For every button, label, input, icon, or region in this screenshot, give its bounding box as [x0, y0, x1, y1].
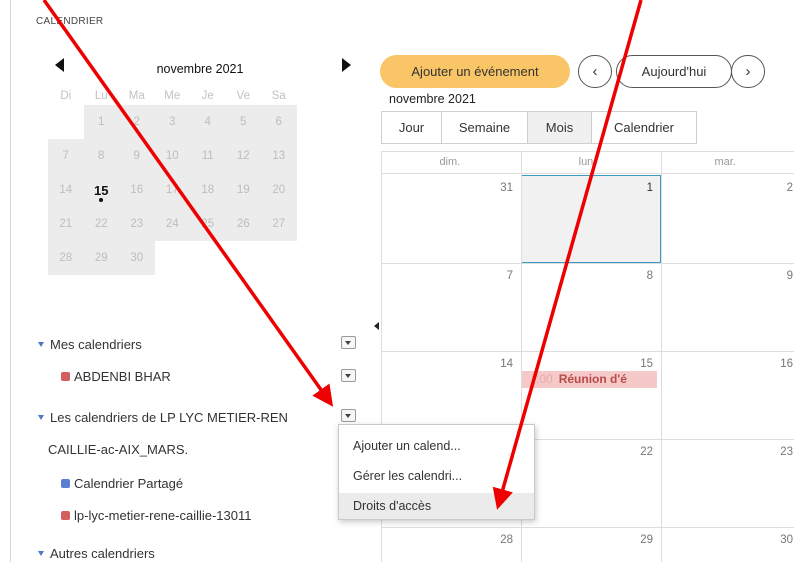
annotation-arrow-2: [492, 0, 643, 510]
annotation-arrow-1: [42, 0, 334, 407]
annotation-arrows: [42, 0, 643, 510]
